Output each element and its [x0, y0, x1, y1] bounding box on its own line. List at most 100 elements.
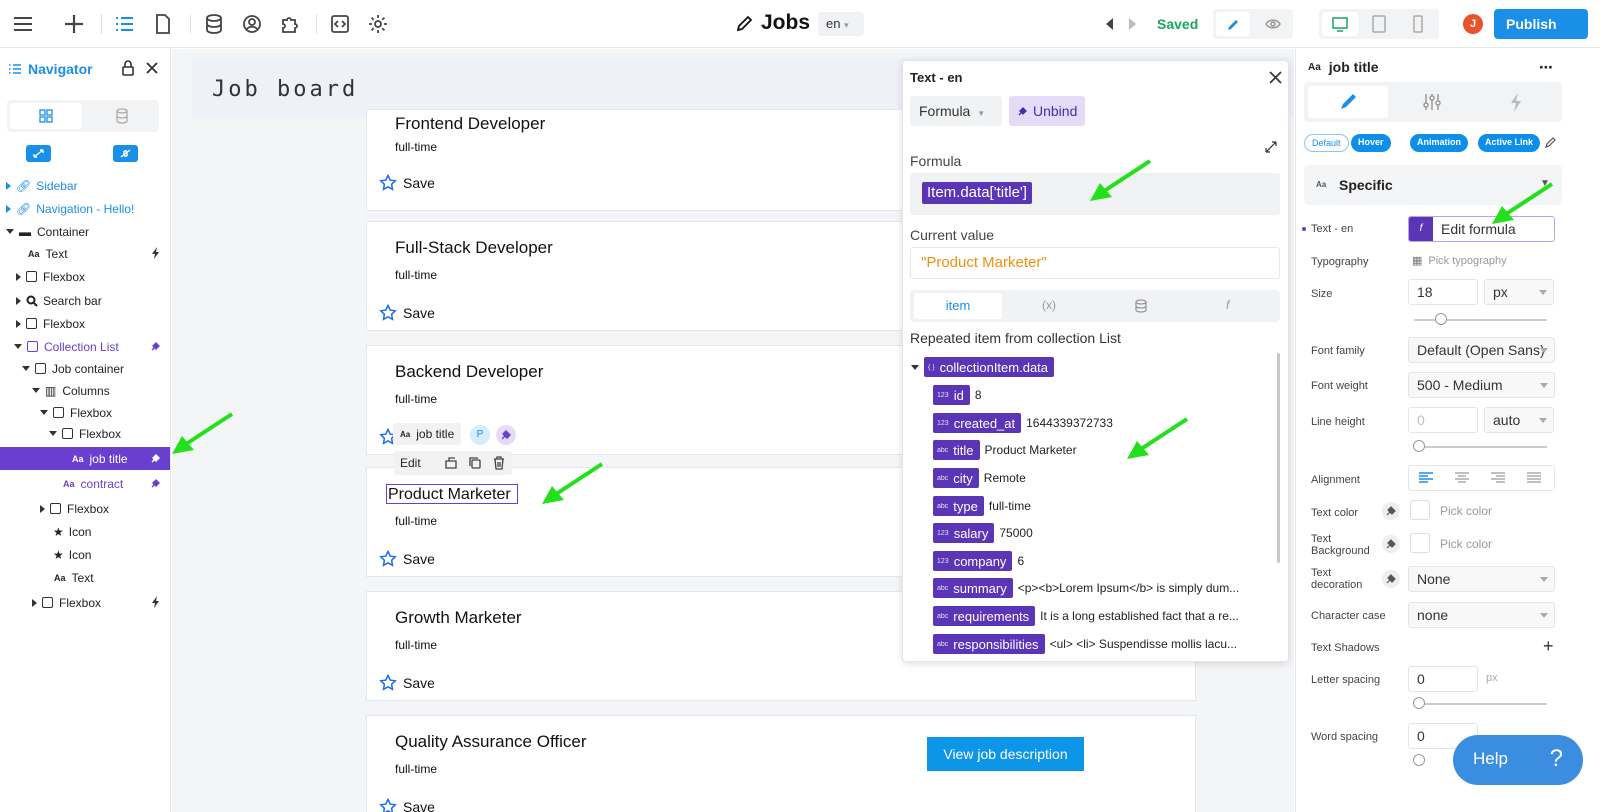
line-height-slider[interactable] [1414, 446, 1547, 448]
user-icon[interactable] [241, 13, 263, 35]
style-tab[interactable] [1308, 86, 1388, 118]
tree-item-flexbox[interactable]: Flexbox [0, 422, 170, 445]
list-icon[interactable] [114, 13, 136, 35]
collapse-all-button[interactable] [113, 145, 138, 162]
puzzle-icon[interactable] [279, 13, 301, 35]
close-icon[interactable] [1269, 71, 1282, 84]
size-slider[interactable] [1414, 319, 1547, 321]
expand-icon[interactable] [1265, 141, 1277, 153]
line-height-input[interactable]: 0 [1408, 407, 1478, 433]
edit-button[interactable]: Edit [400, 456, 421, 470]
tree-item-flexbox[interactable]: Flexbox [0, 591, 170, 614]
tree-item-search-bar[interactable]: Search bar [0, 289, 170, 312]
tree-item-job-container[interactable]: Job container [0, 357, 170, 380]
tab-variables[interactable]: (x) [1042, 298, 1056, 312]
code-icon[interactable] [329, 13, 351, 35]
selection-badge[interactable]: Aa job title [393, 423, 462, 445]
parent-badge[interactable]: P [470, 425, 490, 445]
database-icon[interactable] [1134, 299, 1148, 313]
formula-dropdown[interactable]: Formula ▼ [910, 96, 1002, 126]
state-animation[interactable]: Animation [1410, 134, 1468, 152]
align-justify-icon[interactable] [1527, 472, 1541, 484]
align-center-icon[interactable] [1455, 472, 1469, 484]
tree-item-icon[interactable]: ★ Icon [0, 543, 170, 566]
field-row[interactable]: 123 salary 75000 [933, 523, 1033, 543]
text-color-picker[interactable]: Pick color [1440, 504, 1492, 518]
collection-root-chip[interactable]: { } collectionItem.data [924, 357, 1055, 377]
text-decoration-select[interactable]: None [1408, 566, 1555, 592]
tree-item-job-title[interactable]: Aa job title [0, 447, 170, 470]
plug-icon[interactable] [1382, 502, 1400, 520]
tablet-icon[interactable] [1361, 12, 1397, 36]
unbind-button[interactable]: Unbind [1009, 96, 1085, 126]
tree-item-flexbox[interactable]: Flexbox [0, 497, 170, 520]
copy-icon[interactable] [468, 456, 482, 470]
workflow-tab[interactable] [1476, 86, 1556, 118]
job-title[interactable]: Full-Stack Developer [395, 238, 553, 258]
layers-tab[interactable] [10, 103, 82, 129]
formula-chip[interactable]: Item.data['title'] [922, 182, 1032, 204]
plug-icon[interactable] [496, 425, 516, 445]
save-button[interactable]: Save [379, 798, 435, 812]
field-chip[interactable]: 123 company [933, 551, 1013, 571]
tree-item-flexbox[interactable]: Flexbox [0, 312, 170, 335]
database-icon[interactable] [203, 13, 225, 35]
help-button[interactable]: Help ? [1453, 735, 1583, 785]
collection-root-row[interactable]: { } collectionItem.data [911, 357, 1059, 377]
line-height-unit-select[interactable]: auto [1484, 407, 1554, 433]
tree-item-container[interactable]: ▬ Container [0, 220, 170, 243]
tab-item[interactable]: item [914, 293, 1002, 319]
size-slider-knob[interactable] [1435, 313, 1447, 325]
line-height-slider-knob[interactable] [1413, 440, 1425, 452]
tree-item-contract[interactable]: Aa contract [0, 472, 170, 495]
tree-item-text[interactable]: Aa Text [0, 242, 170, 265]
state-hover[interactable]: Hover [1351, 134, 1391, 152]
field-chip[interactable]: abc city [933, 468, 979, 488]
trash-icon[interactable] [492, 456, 506, 470]
add-icon[interactable] [63, 13, 85, 35]
scrollbar[interactable] [1277, 353, 1280, 563]
save-button[interactable]: Save [379, 174, 435, 192]
page-title[interactable]: Jobs [735, 11, 810, 35]
edit-mode-button[interactable] [1216, 12, 1250, 36]
field-chip[interactable]: 123 id [933, 385, 970, 405]
selected-job-title[interactable]: Product Marketer [386, 484, 518, 504]
tree-item-collection-list[interactable]: Collection List [0, 335, 170, 358]
text-color-swatch[interactable] [1410, 500, 1430, 520]
job-title[interactable]: Quality Assurance Officer [395, 732, 587, 752]
tree-item-icon[interactable]: ★ Icon [0, 520, 170, 543]
mobile-icon[interactable] [1400, 12, 1436, 36]
field-row[interactable]: 123 id 8 [933, 385, 982, 405]
size-unit-select[interactable]: px [1484, 279, 1554, 305]
field-row[interactable]: abc responsibilities <ul> <li> Suspendisse… [933, 634, 1237, 654]
save-button[interactable]: Save [379, 304, 435, 322]
plug-icon[interactable] [1382, 570, 1400, 588]
text-background-swatch[interactable] [1410, 533, 1430, 553]
settings-tab[interactable] [1392, 86, 1472, 118]
lock-icon[interactable] [121, 60, 135, 76]
avatar[interactable]: J [1463, 14, 1483, 34]
tree-item-sidebar[interactable]: 🔗︎ Sidebar [0, 174, 170, 197]
field-row[interactable]: abc title Product Marketer [933, 440, 1077, 460]
tree-item-columns[interactable]: ▥ Columns [0, 379, 170, 402]
preview-mode-button[interactable] [1256, 12, 1290, 36]
align-right-icon[interactable] [1491, 472, 1505, 484]
save-button[interactable]: Save [379, 674, 435, 692]
letter-spacing-slider[interactable] [1414, 703, 1547, 705]
tree-item-flexbox[interactable]: Flexbox [0, 401, 170, 424]
field-row[interactable]: abc summary <p><b>Lorem Ipsum</b> is simpl… [933, 578, 1239, 598]
field-row[interactable]: 123 company 6 [933, 551, 1024, 571]
font-family-select[interactable]: Default (Open Sans) [1408, 337, 1555, 363]
expand-all-button[interactable] [26, 145, 51, 162]
field-chip[interactable]: 123 salary [933, 523, 995, 543]
more-icon[interactable]: ⋯ [1539, 59, 1554, 76]
word-spacing-slider-knob[interactable] [1413, 754, 1425, 766]
font-weight-select[interactable]: 500 - Medium [1408, 372, 1555, 398]
job-title[interactable]: Backend Developer [395, 362, 543, 382]
text-background-picker[interactable]: Pick color [1440, 537, 1492, 551]
field-chip[interactable]: abc summary [933, 578, 1013, 598]
field-chip[interactable]: abc type [933, 496, 984, 516]
field-row[interactable]: abc city Remote [933, 468, 1026, 488]
tree-item-text[interactable]: Aa Text [0, 566, 170, 589]
typography-picker[interactable]: ▦ Pick typography [1412, 254, 1507, 267]
